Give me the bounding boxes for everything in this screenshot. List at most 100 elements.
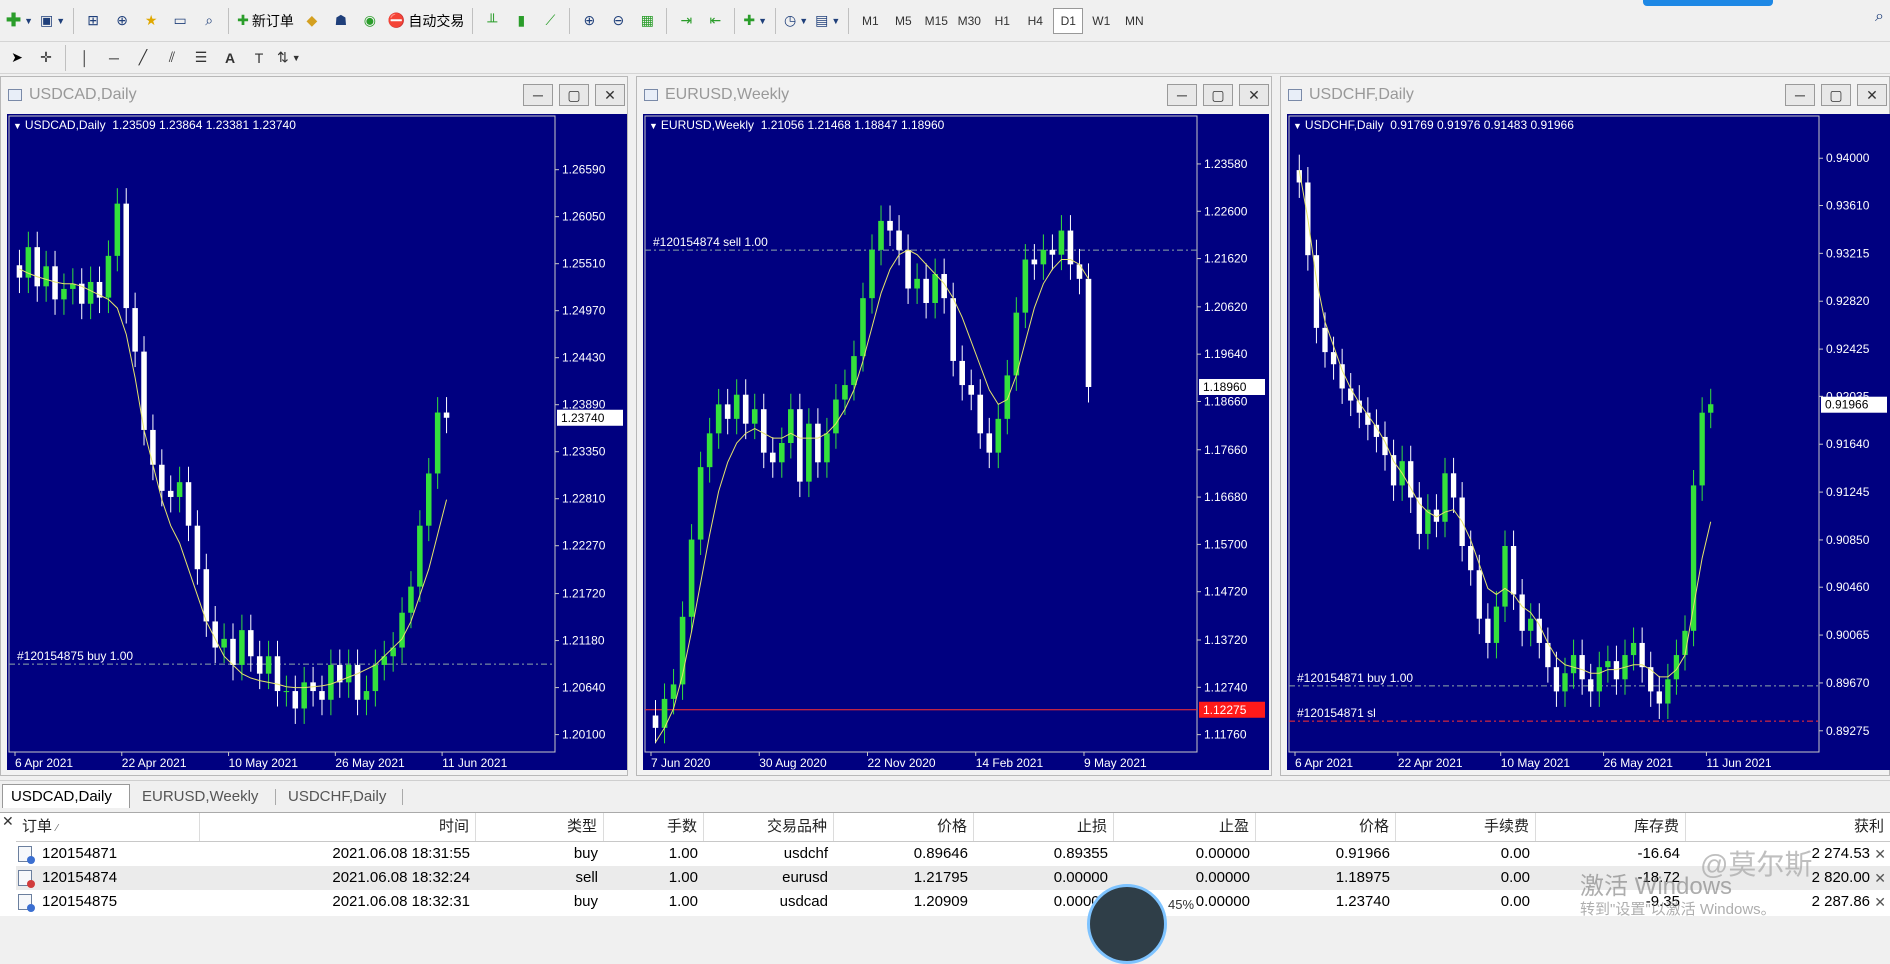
y-tick-label: 0.91640	[1826, 437, 1870, 451]
bear-candle	[742, 394, 749, 424]
column-header-sl[interactable]: 止损	[974, 813, 1114, 841]
chart-window-eurusd[interactable]: EURUSD,Weekly ─ ▢ ✕ ▼ EURUSD,Weekly 1.210…	[636, 76, 1272, 776]
strategy-tester-button[interactable]: ⌕	[196, 7, 222, 35]
column-header-symbol[interactable]: 交易品种	[704, 813, 834, 841]
timeframe-m5[interactable]: M5	[888, 8, 918, 34]
bar-chart-button[interactable]: ╨	[479, 7, 505, 35]
close-button[interactable]: ✕	[1857, 84, 1887, 106]
performance-gauge[interactable]	[1087, 884, 1167, 964]
order-sl[interactable]: 0.00000	[974, 866, 1114, 890]
minimize-button[interactable]: ─	[1785, 84, 1815, 106]
price-chart[interactable]: ▼ EURUSD,Weekly 1.21056 1.21468 1.18847 1…	[643, 114, 1269, 770]
new-chart-button[interactable]: ✚ ▼	[4, 7, 35, 35]
minimize-button[interactable]: ─	[1167, 84, 1197, 106]
tile-windows-button[interactable]: ▦	[634, 7, 660, 35]
timeframe-w1[interactable]: W1	[1086, 8, 1116, 34]
chart-window-usdchf[interactable]: USDCHF,Daily ─ ▢ ✕ ▼ USDCHF,Daily 0.91769…	[1280, 76, 1890, 776]
text-label-button[interactable]: T	[246, 44, 272, 72]
chart-canvas[interactable]: 0.940000.936100.932150.928200.924250.920…	[1287, 114, 1890, 770]
navigator-button[interactable]: ⊕	[109, 7, 135, 35]
tab-usdchf-daily[interactable]: USDCHF,Daily	[280, 784, 410, 808]
bull-candle	[87, 281, 94, 304]
autoscroll-button[interactable]: ⇥	[673, 7, 699, 35]
terminal-close-icon[interactable]: ✕	[2, 813, 14, 830]
order-sl[interactable]: 0.89355	[974, 842, 1114, 866]
close-order-icon[interactable]: ✕	[1874, 842, 1886, 866]
minimize-button[interactable]: ─	[523, 84, 553, 106]
maximize-button[interactable]: ▢	[1203, 84, 1233, 106]
notification-badge[interactable]	[1643, 0, 1773, 6]
terminal-button[interactable]: ▭	[167, 7, 193, 35]
metaeditor-button[interactable]: ◆	[299, 7, 325, 35]
favorites-button[interactable]: ★	[138, 7, 164, 35]
close-order-icon[interactable]: ✕	[1874, 890, 1886, 914]
column-header-open-price[interactable]: 价格	[834, 813, 974, 841]
window-titlebar[interactable]: USDCHF,Daily ─ ▢ ✕	[1281, 77, 1889, 113]
line-chart-button[interactable]: ⟋	[537, 7, 563, 35]
low-value: 1.18847	[854, 118, 898, 132]
order-line-label: #120154871 buy 1.00	[1297, 671, 1413, 685]
column-header-time[interactable]: 时间	[200, 813, 476, 841]
timeframe-h1[interactable]: H1	[987, 8, 1017, 34]
timeframe-m15[interactable]: M15	[921, 8, 951, 34]
arrows-button[interactable]: ⇅ ▼	[275, 44, 303, 72]
bull-candle	[824, 433, 830, 463]
fibonacci-button[interactable]: ☰	[188, 44, 214, 72]
zoom-out-button[interactable]: ⊖	[605, 7, 631, 35]
chart-shift-button[interactable]: ⇤	[702, 7, 728, 35]
close-button[interactable]: ✕	[595, 84, 625, 106]
order-tp[interactable]: 0.00000	[1114, 842, 1256, 866]
tab-eurusd-weekly[interactable]: EURUSD,Weekly	[134, 784, 272, 808]
zoom-in-button[interactable]: ⊕	[576, 7, 602, 35]
column-header-commission[interactable]: 手续费	[1396, 813, 1536, 841]
trendline-button[interactable]: ╱	[130, 44, 156, 72]
horizontal-line-button[interactable]: ─	[101, 44, 127, 72]
column-header-swap[interactable]: 库存费	[1536, 813, 1686, 841]
maximize-button[interactable]: ▢	[1821, 84, 1851, 106]
market-button[interactable]: ◉	[357, 7, 383, 35]
table-row[interactable]: 120154871 2021.06.08 18:31:55 buy 1.00 u…	[16, 842, 1890, 866]
maximize-button[interactable]: ▢	[559, 84, 589, 106]
candlestick-button[interactable]: ▮	[508, 7, 534, 35]
close-order-icon[interactable]: ✕	[1874, 866, 1886, 890]
window-titlebar[interactable]: EURUSD,Weekly ─ ▢ ✕	[637, 77, 1271, 113]
indicators-button[interactable]: ✚ ▼	[741, 7, 769, 35]
equidistant-channel-button[interactable]: ⫽	[159, 44, 185, 72]
new-order-button[interactable]: ✚ 新订单	[235, 7, 296, 35]
price-chart[interactable]: ▼ USDCHF,Daily 0.91769 0.91976 0.91483 0.…	[1287, 114, 1890, 770]
periods-button[interactable]: ◷ ▼	[782, 7, 810, 35]
market-watch-button[interactable]: ⊞	[80, 7, 106, 35]
signals-button[interactable]: ☗	[328, 7, 354, 35]
templates-button[interactable]: ▤ ▼	[813, 7, 842, 35]
timeframe-m1[interactable]: M1	[855, 8, 885, 34]
window-titlebar[interactable]: USDCAD,Daily ─ ▢ ✕	[1, 77, 627, 113]
auto-trading-button[interactable]: ⛔ 自动交易	[386, 7, 466, 35]
order-swap: -16.64	[1637, 845, 1680, 862]
chart-canvas[interactable]: 1.26590 1.26050 1.25510 1.24970 1.24430 1.238…	[7, 114, 627, 770]
column-header-tp[interactable]: 止盈	[1114, 813, 1256, 841]
close-button[interactable]: ✕	[1239, 84, 1269, 106]
timeframe-h4[interactable]: H4	[1020, 8, 1050, 34]
bull-candle	[778, 443, 785, 463]
column-header-lots[interactable]: 手数	[604, 813, 704, 841]
search-icon[interactable]: ⌕	[1875, 8, 1884, 26]
timeframe-m30[interactable]: M30	[954, 8, 984, 34]
chart-canvas[interactable]: 1.23580 1.22600 1.21620 1.20620 1.19640 1.186…	[643, 114, 1269, 770]
crosshair-tool-button[interactable]: ✛	[33, 44, 59, 72]
y-tick-label: 1.24970	[562, 304, 606, 318]
chart-window-usdcad[interactable]: USDCAD,Daily ─ ▢ ✕ ▼ USDCAD,Daily 1.23509…	[0, 76, 628, 776]
text-tool-button[interactable]: A	[217, 44, 243, 72]
x-tick-label: 30 Aug 2020	[759, 756, 827, 770]
profiles-button[interactable]: ▣ ▼	[38, 7, 67, 35]
vertical-line-button[interactable]: │	[72, 44, 98, 72]
cursor-tool-button[interactable]: ➤	[4, 44, 30, 72]
timeframe-d1[interactable]: D1	[1053, 7, 1084, 34]
tab-usdcad-daily[interactable]: USDCAD,Daily	[2, 784, 130, 808]
column-header-order[interactable]: 订单 ⁄	[16, 813, 200, 841]
column-header-type[interactable]: 类型	[476, 813, 604, 841]
column-header-profit[interactable]: 获利	[1686, 813, 1890, 841]
timeframe-mn[interactable]: MN	[1119, 8, 1149, 34]
price-chart[interactable]: ▼ USDCAD,Daily 1.23509 1.23864 1.23381 1.…	[7, 114, 627, 770]
terminal-window-icon: ▭	[173, 12, 187, 28]
column-header-price[interactable]: 价格	[1256, 813, 1396, 841]
